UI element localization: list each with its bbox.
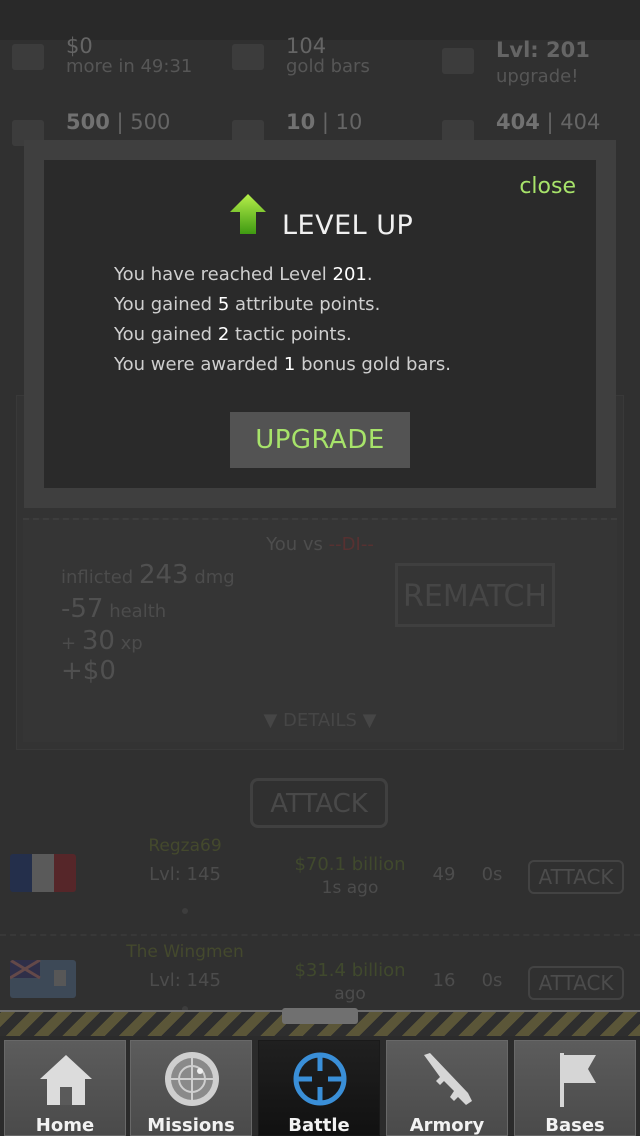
tab-bar: Home Missions Battle Armory Bases <box>0 1036 640 1136</box>
tab-armory[interactable]: Armory <box>386 1040 508 1136</box>
attribute-points-text: You gained 5 attribute points. <box>114 294 381 315</box>
tab-missions[interactable]: Missions <box>130 1040 252 1136</box>
flag-icon <box>560 1053 596 1107</box>
rail-clasp <box>282 1008 358 1024</box>
modal-title: LEVEL UP <box>282 210 414 241</box>
tab-label: Battle <box>288 1115 350 1136</box>
level-up-modal: close LEVEL UP You have reached Level 20… <box>44 160 596 488</box>
house-icon <box>40 1055 92 1105</box>
gold-bars-text: You were awarded 1 bonus gold bars. <box>114 354 451 375</box>
tab-bases[interactable]: Bases <box>514 1040 636 1136</box>
rifle-icon <box>424 1053 472 1105</box>
tab-home[interactable]: Home <box>4 1040 126 1136</box>
tab-label: Bases <box>545 1115 605 1136</box>
tab-label: Missions <box>147 1115 235 1136</box>
level-reached-text: You have reached Level 201. <box>114 264 373 285</box>
close-button[interactable]: close <box>519 174 576 199</box>
tactic-points-text: You gained 2 tactic points. <box>114 324 352 345</box>
upgrade-button[interactable]: UPGRADE <box>230 412 410 468</box>
tab-label: Armory <box>409 1115 485 1136</box>
radar-icon <box>165 1052 219 1106</box>
crosshair-icon <box>293 1052 347 1106</box>
tab-label: Home <box>35 1115 95 1136</box>
tab-battle[interactable]: Battle <box>258 1040 380 1136</box>
level-up-arrow-icon <box>230 194 266 234</box>
